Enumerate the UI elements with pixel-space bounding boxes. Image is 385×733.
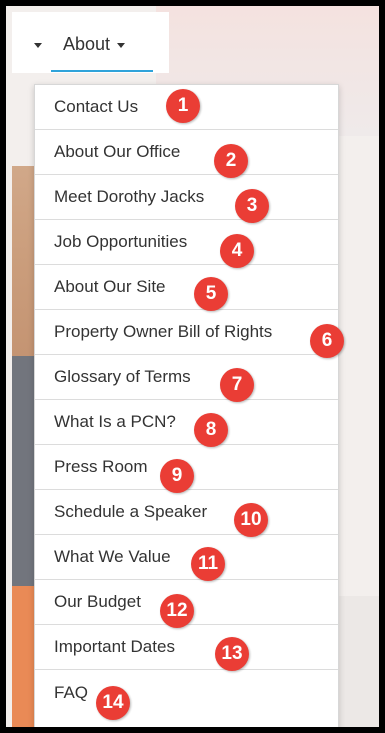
annotation-number-badge: 11 [191, 547, 225, 581]
active-tab-underline [51, 70, 153, 72]
menu-item-label: FAQ [54, 682, 89, 702]
annotation-number-badge: 3 [235, 189, 269, 223]
menu-item-label: Property Owner Bill of Rights [54, 322, 273, 341]
menu-item-label: About Our Office [54, 142, 181, 161]
annotation-number-badge: 8 [194, 413, 228, 447]
annotation-number-badge: 1 [166, 89, 200, 123]
menu-item-meet-dorothy-jacks[interactable]: Meet Dorothy Jacks [35, 175, 338, 220]
menu-item-what-is-a-pcn[interactable]: What Is a PCN? [35, 400, 338, 445]
screenshot-frame: About Contact Us About Our Office Meet D… [0, 0, 385, 733]
about-dropdown-menu: Contact Us About Our Office Meet Dorothy… [34, 84, 339, 727]
menu-item-what-we-value[interactable]: What We Value [35, 535, 338, 580]
annotation-number-badge: 10 [234, 503, 268, 537]
menu-item-glossary-of-terms[interactable]: Glossary of Terms [35, 355, 338, 400]
about-menu-trigger[interactable]: About [63, 32, 126, 56]
menu-item-about-our-site[interactable]: About Our Site [35, 265, 338, 310]
menu-item-label: Press Room [54, 457, 148, 476]
page-background-left-orange [12, 586, 36, 727]
menu-item-label: What We Value [54, 547, 171, 566]
menu-item-label: Important Dates [54, 637, 175, 656]
annotation-number-badge: 7 [220, 368, 254, 402]
annotation-number-badge: 2 [214, 144, 248, 178]
menu-item-schedule-a-speaker[interactable]: Schedule a Speaker [35, 490, 338, 535]
annotation-number-badge: 9 [160, 459, 194, 493]
menu-item-label: Job Opportunities [54, 232, 188, 251]
menu-item-label: Meet Dorothy Jacks [54, 187, 205, 206]
page-background-left-dark [12, 356, 36, 586]
menu-item-label: Our Budget [54, 592, 141, 611]
caret-down-icon[interactable] [34, 43, 42, 48]
menu-item-label: Glossary of Terms [54, 367, 191, 386]
annotation-number-badge: 13 [215, 637, 249, 671]
menu-item-label: About Our Site [54, 277, 166, 296]
annotation-number-badge: 12 [160, 594, 194, 628]
annotation-number-badge: 14 [96, 686, 130, 720]
annotation-number-badge: 6 [310, 324, 344, 358]
menu-item-label: Schedule a Speaker [54, 502, 208, 521]
about-label: About [63, 34, 111, 54]
page-background-left-image [12, 166, 36, 356]
menu-item-important-dates[interactable]: Important Dates [35, 625, 338, 670]
menu-item-about-our-office[interactable]: About Our Office [35, 130, 338, 175]
menu-item-label: Contact Us [54, 97, 139, 116]
annotation-number-badge: 5 [194, 277, 228, 311]
caret-down-icon [117, 42, 126, 48]
menu-item-job-opportunities[interactable]: Job Opportunities [35, 220, 338, 265]
top-navigation: About [12, 12, 169, 73]
menu-item-faq[interactable]: FAQ [35, 670, 338, 715]
menu-item-label: What Is a PCN? [54, 412, 176, 431]
menu-item-property-owner-bill-of-rights[interactable]: Property Owner Bill of Rights [35, 310, 338, 355]
annotation-number-badge: 4 [220, 234, 254, 268]
